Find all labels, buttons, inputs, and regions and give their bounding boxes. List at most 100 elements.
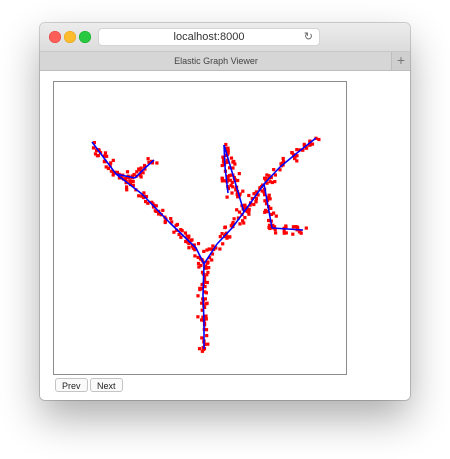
data-point [200,318,204,322]
data-point [205,280,209,285]
tab-title[interactable]: Elastic Graph Viewer [40,52,392,70]
data-point [218,235,222,239]
graph-edge [202,263,205,296]
graph-edge [91,141,117,175]
tab-bar: Elastic Graph Viewer + [40,52,410,71]
data-point [225,236,229,240]
data-point [200,336,204,340]
data-point [204,314,208,318]
data-point [230,191,234,195]
data-point [218,247,222,251]
data-point [146,157,150,161]
reload-icon[interactable]: ↻ [304,30,313,45]
data-point [125,185,129,189]
data-point [317,137,321,142]
data-point [290,151,294,155]
prev-button[interactable]: Prev [55,378,88,392]
data-point [241,189,245,193]
data-point [196,242,201,246]
data-point [128,179,132,184]
data-point [274,214,278,218]
data-point [204,291,208,295]
data-point [263,199,267,203]
data-point [93,152,98,156]
data-point [137,194,141,198]
data-point [268,226,272,231]
close-window-button[interactable] [49,31,61,43]
address-bar[interactable]: localhost:8000 ↻ [98,28,320,46]
data-point [252,202,256,207]
data-point [183,231,187,235]
browser-window: localhost:8000 ↻ Elastic Graph Viewer + … [40,23,410,400]
data-point [223,225,227,229]
data-point [169,217,173,221]
data-point [272,211,276,215]
zoom-window-button[interactable] [79,31,91,43]
graph-edge [141,193,170,223]
data-point [196,315,200,319]
graph-edge [223,144,226,168]
plus-icon[interactable]: + [391,52,410,70]
data-point [205,248,209,252]
title-bar: localhost:8000 ↻ [40,23,410,52]
data-point [205,273,209,277]
data-point [197,347,202,351]
data-point [220,176,224,180]
data-point [243,216,247,220]
data-point [220,232,224,236]
data-point [174,223,178,227]
graph-edge [168,221,197,249]
data-point [221,242,225,246]
data-point [172,230,176,234]
data-point [293,157,297,161]
data-point [105,154,109,158]
data-point [202,249,206,253]
data-point [232,217,236,221]
data-point [206,261,210,265]
data-point [295,148,299,152]
data-point [200,349,204,353]
data-point [235,208,239,212]
data-point [131,179,135,184]
data-point [281,156,285,161]
data-point [161,208,165,212]
next-button[interactable]: Next [90,378,123,392]
data-point [242,221,246,225]
data-point [103,151,108,155]
data-point [254,200,258,204]
data-point [291,225,295,229]
data-point [229,183,233,187]
minimize-window-button[interactable] [64,31,76,43]
data-point [125,170,130,174]
data-point [238,222,242,226]
elastic-graph-plot [91,136,321,353]
data-point [272,168,276,172]
data-point [263,177,268,181]
data-point [135,170,139,174]
data-point [310,142,315,146]
url-text: localhost:8000 [173,31,245,43]
data-point [204,266,208,270]
graph-edges [91,137,317,349]
data-point [198,288,202,292]
data-point [225,195,229,199]
data-point [265,173,269,177]
data-point [291,232,295,236]
graph-edge [202,294,205,323]
data-point [196,261,201,266]
data-point [226,146,230,150]
data-point [187,246,191,250]
data-point [139,166,143,170]
data-point [179,228,183,232]
data-point [284,231,288,235]
data-point [304,226,308,230]
data-point [205,301,209,305]
data-point [206,342,210,346]
data-point [247,193,251,198]
data-point [106,166,110,171]
page-content: Prev Next [40,71,410,400]
data-point [139,175,143,179]
data-point [270,180,274,185]
data-point [205,334,209,338]
graph-canvas [53,81,347,375]
